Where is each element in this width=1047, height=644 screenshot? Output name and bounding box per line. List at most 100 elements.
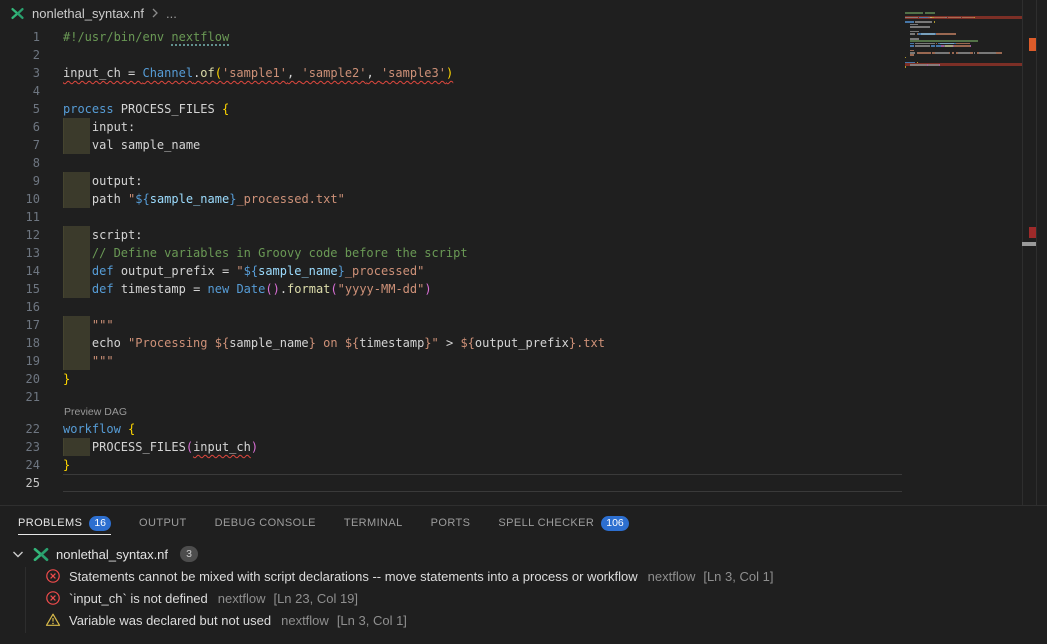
code-line-17[interactable]: 17 """ [0,316,1047,334]
minimap[interactable] [905,12,1022,82]
code-line-8[interactable]: 8 [0,154,1047,172]
line-number[interactable]: 16 [0,298,40,316]
code-line-21[interactable]: 21 [0,388,1047,406]
code-text: def output_prefix = "${sample_name}_proc… [63,262,424,280]
code-text: #!/usr/bin/env nextflow [63,28,229,46]
panel-tab-terminal[interactable]: TERMINAL [344,506,403,540]
line-number[interactable]: 1 [0,28,40,46]
panel-tab-debug-console[interactable]: DEBUG CONSOLE [215,506,316,540]
line-number[interactable]: 25 [0,474,40,492]
code-line-5[interactable]: 5 process PROCESS_FILES { [0,100,1047,118]
bottom-panel: PROBLEMS16 OUTPUT DEBUG CONSOLE TERMINAL POR… [0,505,1047,644]
problem-row-warning[interactable]: Variable was declared but not usednextfl… [0,609,1047,631]
chevron-down-icon[interactable] [10,546,26,562]
line-number[interactable]: 18 [0,334,40,352]
code-text: path "${sample_name}_processed.txt" [63,190,345,208]
code-line-22[interactable]: 22 workflow { [0,420,1047,438]
overview-ruler[interactable] [1022,0,1036,505]
panel-tab-label: SPELL CHECKER [498,517,594,529]
line-number[interactable]: 4 [0,82,40,100]
nextflow-icon [10,7,25,20]
problem-location: [Ln 23, Col 19] [273,591,358,606]
panel-tab-bar: PROBLEMS16 OUTPUT DEBUG CONSOLE TERMINAL POR… [0,506,1047,540]
line-number[interactable]: 6 [0,118,40,136]
line-number[interactable]: 21 [0,388,40,406]
editor-right-border [1036,0,1037,505]
code-text: process PROCESS_FILES { [63,100,229,118]
code-text: } [63,370,70,388]
code-line-9[interactable]: 9 output: [0,172,1047,190]
code-line-15[interactable]: 15 def timestamp = new Date().format("yy… [0,280,1047,298]
code-line-18[interactable]: 18 echo "Processing ${sample_name} on ${… [0,334,1047,352]
line-number[interactable]: 8 [0,154,40,172]
code-line-16[interactable]: 16 [0,298,1047,316]
problem-source: nextflow [648,569,696,584]
code-text: def timestamp = new Date().format("yyyy-… [63,280,432,298]
problem-location: [Ln 3, Col 1] [703,569,773,584]
code-text: } [63,456,70,474]
problems-file-name: nonlethal_syntax.nf [56,547,168,562]
line-number[interactable]: 3 [0,64,40,82]
panel-tab-ports[interactable]: PORTS [431,506,471,540]
problem-row-error[interactable]: `input_ch` is not definednextflow[Ln 23,… [0,587,1047,609]
line-number[interactable]: 5 [0,100,40,118]
code-line-6[interactable]: 6 input: [0,118,1047,136]
line-number[interactable]: 11 [0,208,40,226]
problem-location: [Ln 3, Col 1] [337,613,407,628]
code-line-24[interactable]: 24} [0,456,1047,474]
code-area: 1 #!/usr/bin/env nextflow 23input_ch = Cha… [0,28,1047,505]
line-number[interactable]: 7 [0,136,40,154]
code-text: workflow { [63,420,135,438]
cursor-marker [1022,242,1036,246]
vscode-window: nonlethal_syntax.nf ... 1 #!/usr/bin/env … [0,0,1047,644]
line-number[interactable]: 15 [0,280,40,298]
error-icon [45,590,61,606]
code-text: echo "Processing ${sample_name} on ${tim… [63,334,605,352]
line-number[interactable]: 24 [0,456,40,474]
error-marker [1029,227,1036,238]
breadcrumb[interactable]: nonlethal_syntax.nf ... [10,0,177,26]
codelens-preview-dag[interactable]: Preview DAG [64,406,127,419]
line-number[interactable]: 20 [0,370,40,388]
breadcrumb-file[interactable]: nonlethal_syntax.nf [32,6,144,21]
problems-file-row[interactable]: nonlethal_syntax.nf 3 [0,543,1047,565]
code-text: output: [63,172,142,190]
line-number[interactable]: 12 [0,226,40,244]
breadcrumb-ellipsis[interactable]: ... [166,6,177,21]
code-line-4[interactable]: 4 [0,82,1047,100]
line-number[interactable]: 2 [0,46,40,64]
line-number[interactable]: 13 [0,244,40,262]
line-number[interactable]: 22 [0,420,40,438]
code-line-25[interactable]: 25 [0,474,1047,492]
code-line-1[interactable]: 1 #!/usr/bin/env nextflow [0,28,1047,46]
code-line-3[interactable]: 3input_ch = Channel.of('sample1', 'sampl… [0,64,1047,82]
code-text: val sample_name [63,136,200,154]
problem-message: `input_ch` is not defined [69,591,208,606]
code-line-20[interactable]: 20} [0,370,1047,388]
panel-tab-problems[interactable]: PROBLEMS16 [18,506,111,540]
warning-marker [1029,38,1036,51]
panel-tab-output[interactable]: OUTPUT [139,506,187,540]
line-number[interactable]: 9 [0,172,40,190]
problem-message: Variable was declared but not used [69,613,271,628]
code-line-19[interactable]: 19 """ [0,352,1047,370]
line-number[interactable]: 14 [0,262,40,280]
line-number[interactable]: 19 [0,352,40,370]
panel-tab-spell-checker[interactable]: SPELL CHECKER106 [498,506,628,540]
code-line-7[interactable]: 7 val sample_name [0,136,1047,154]
nextflow-icon [32,547,50,562]
line-number[interactable]: 17 [0,316,40,334]
problem-row-error[interactable]: Statements cannot be mixed with script d… [0,565,1047,587]
code-line-2[interactable]: 2 [0,46,1047,64]
code-line-11[interactable]: 11 [0,208,1047,226]
line-number[interactable]: 23 [0,438,40,456]
panel-tab-label: OUTPUT [139,517,187,529]
error-icon [45,568,61,584]
code-line-14[interactable]: 14 def output_prefix = "${sample_name}_p… [0,262,1047,280]
code-line-12[interactable]: 12 script: [0,226,1047,244]
warning-icon [45,612,61,628]
code-line-23[interactable]: 23 PROCESS_FILES(input_ch) [0,438,1047,456]
code-line-13[interactable]: 13 // Define variables in Groovy code be… [0,244,1047,262]
code-line-10[interactable]: 10 path "${sample_name}_processed.txt" [0,190,1047,208]
line-number[interactable]: 10 [0,190,40,208]
